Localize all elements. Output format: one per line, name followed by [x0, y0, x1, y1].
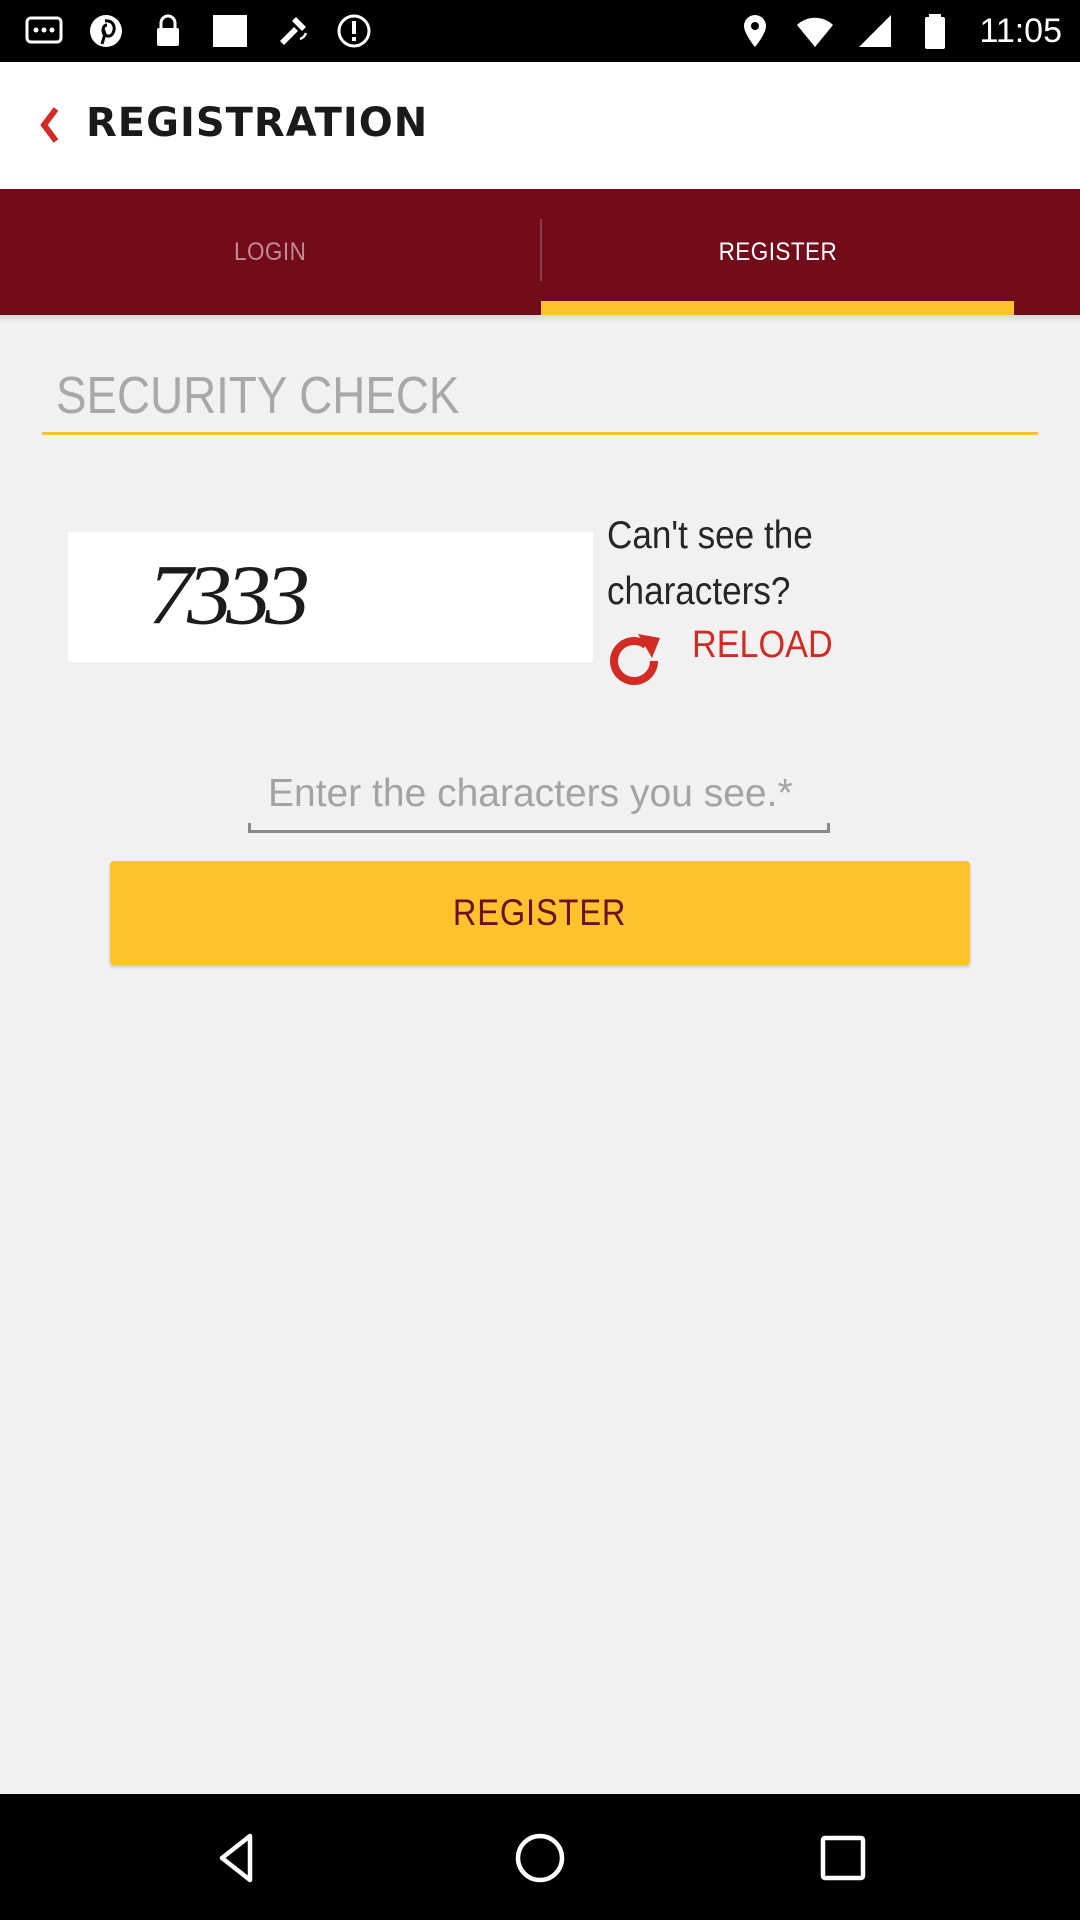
blank-image-icon: [208, 11, 252, 51]
clock: 11:05: [979, 11, 1062, 50]
back-button[interactable]: [20, 92, 80, 158]
tab-bar-shadow: [0, 315, 1080, 323]
nav-home-button[interactable]: [490, 1818, 590, 1898]
tab-login-label: LOGIN: [233, 237, 307, 266]
nav-back-icon: [219, 1833, 253, 1883]
register-button-label: REGISTER: [453, 892, 627, 933]
battery-icon: [913, 11, 957, 51]
page-title: REGISTRATION: [86, 100, 429, 146]
chat-dots-icon: [22, 11, 66, 51]
reload-label: RELOAD: [692, 624, 833, 666]
lock-icon: [146, 11, 190, 51]
captcha-input[interactable]: [248, 752, 830, 836]
captcha-image: 7333: [68, 532, 593, 662]
cant-see-text: Can't see the characters?: [607, 514, 813, 613]
status-bar: 11:05: [0, 0, 1080, 62]
wifi-icon: [793, 11, 837, 51]
nav-recents-button[interactable]: [793, 1818, 893, 1898]
captcha-text: 7333: [148, 548, 310, 643]
chevron-left-icon: [40, 107, 59, 143]
nav-recents-icon: [820, 1835, 866, 1881]
selected-tab-indicator: [541, 301, 1014, 315]
fake-gps-icon: [270, 11, 314, 51]
refresh-icon: [602, 628, 668, 694]
register-button[interactable]: REGISTER: [110, 861, 970, 965]
pinterest-icon: [84, 11, 128, 51]
tab-login[interactable]: LOGIN: [0, 189, 540, 315]
info-icon: [332, 11, 376, 51]
notification-icons: [22, 10, 376, 52]
captcha-input-underline: [248, 823, 830, 833]
reload-button[interactable]: RELOAD: [602, 622, 848, 692]
signal-icon: [853, 11, 897, 51]
app-bar: REGISTRATION: [0, 62, 1080, 189]
system-indicators: 11:05: [733, 10, 1062, 52]
navigation-bar: [0, 1794, 1080, 1920]
tab-bar: LOGIN REGISTER: [0, 189, 1080, 315]
tab-register-label: REGISTER: [718, 237, 837, 266]
tab-register[interactable]: REGISTER: [541, 189, 1014, 315]
nav-home-icon: [515, 1833, 565, 1883]
location-icon: [733, 11, 777, 51]
nav-back-button[interactable]: [188, 1818, 288, 1898]
section-title: SECURITY CHECK: [56, 367, 460, 425]
section-title-underline: [42, 432, 1038, 435]
